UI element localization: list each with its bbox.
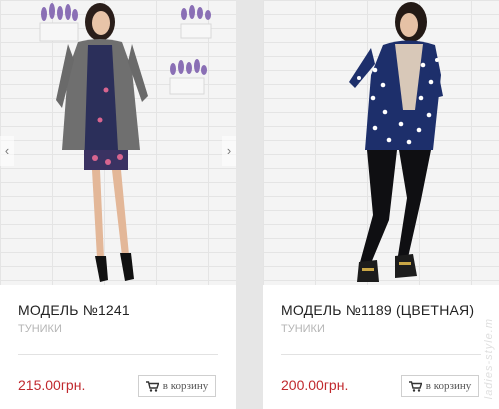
- product-price: 200.00грн.: [281, 377, 349, 393]
- slider-next-button[interactable]: ›: [222, 136, 236, 166]
- product-card: ‹ › МОДЕЛЬ №1241 ТУНИКИ 215.00грн. в кор…: [0, 0, 236, 409]
- add-to-cart-button[interactable]: в корзину: [401, 375, 479, 397]
- cart-icon: [408, 380, 422, 392]
- product-image[interactable]: [263, 0, 499, 285]
- cart-icon: [145, 380, 159, 392]
- divider: [281, 354, 481, 355]
- add-to-cart-label: в корзину: [162, 380, 209, 392]
- add-to-cart-button[interactable]: в корзину: [138, 375, 216, 397]
- product-card: МОДЕЛЬ №1189 (ЦВЕТНАЯ) ТУНИКИ 200.00грн.…: [263, 0, 499, 409]
- product-image[interactable]: ‹ ›: [0, 0, 236, 285]
- product-category[interactable]: ТУНИКИ: [281, 323, 325, 335]
- product-photo-illustration: [39, 3, 212, 282]
- chevron-left-icon: ‹: [4, 143, 10, 158]
- slider-prev-button[interactable]: ‹: [0, 136, 14, 166]
- chevron-right-icon: ›: [226, 143, 232, 158]
- product-price: 215.00грн.: [18, 377, 86, 393]
- product-title[interactable]: МОДЕЛЬ №1241: [18, 302, 130, 318]
- divider: [18, 354, 218, 355]
- product-photo-illustration: [349, 2, 443, 282]
- product-category[interactable]: ТУНИКИ: [18, 323, 62, 335]
- watermark: ladies-style.m: [483, 317, 495, 399]
- add-to-cart-label: в корзину: [425, 380, 472, 392]
- product-title[interactable]: МОДЕЛЬ №1189 (ЦВЕТНАЯ): [281, 302, 474, 318]
